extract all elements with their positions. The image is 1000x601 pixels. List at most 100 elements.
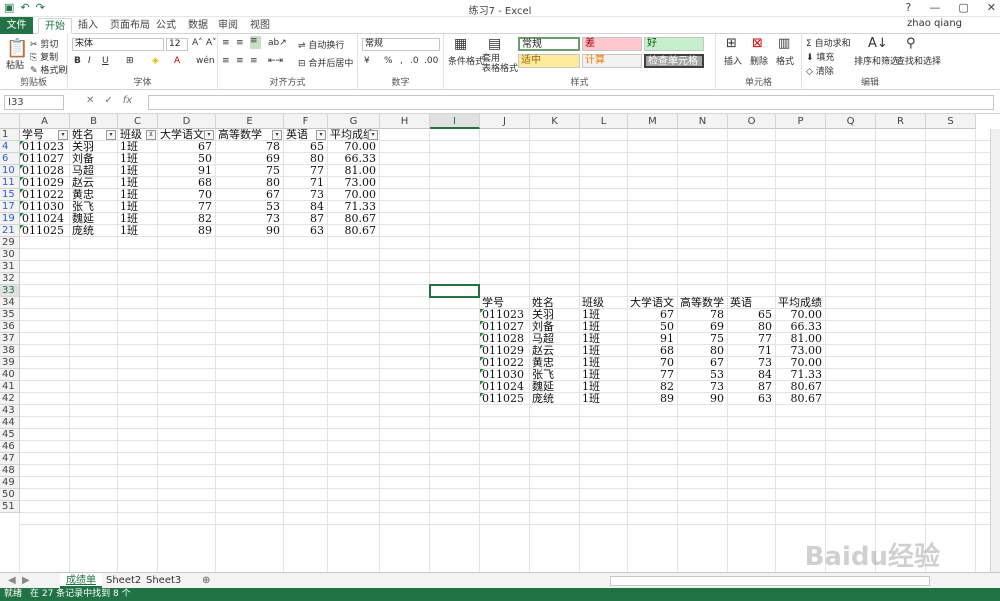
- filter-dropdown-icon[interactable]: ⊻: [146, 130, 156, 140]
- grow-font-icon[interactable]: A˄: [192, 38, 203, 48]
- enter-icon[interactable]: ✓: [104, 95, 112, 106]
- column-header[interactable]: B: [70, 114, 118, 129]
- align-center-icon[interactable]: ≡: [236, 56, 244, 66]
- fill-color-icon[interactable]: ◈: [152, 56, 159, 66]
- conditional-format-icon[interactable]: ▦: [454, 36, 467, 52]
- currency-icon[interactable]: ¥: [364, 56, 370, 66]
- column-header[interactable]: I: [430, 114, 480, 129]
- help-icon[interactable]: ?: [906, 1, 912, 14]
- sort-filter-button[interactable]: 排序和筛选: [854, 54, 899, 67]
- paste-icon[interactable]: 📋: [6, 38, 28, 59]
- column-header[interactable]: J: [480, 114, 530, 129]
- column-header[interactable]: H: [380, 114, 430, 129]
- vertical-scrollbar[interactable]: [990, 129, 1000, 572]
- row-header[interactable]: 36: [0, 321, 20, 333]
- column-header[interactable]: M: [628, 114, 678, 129]
- conditional-format-button[interactable]: 条件格式: [448, 54, 484, 67]
- column-header[interactable]: G: [328, 114, 380, 129]
- increase-decimal-icon[interactable]: .0: [410, 56, 419, 66]
- filter-dropdown-icon[interactable]: ▾: [204, 130, 214, 140]
- filter-dropdown-icon[interactable]: ▾: [58, 130, 68, 140]
- next-sheet-icon[interactable]: ▶: [16, 573, 36, 588]
- row-header[interactable]: 19: [0, 213, 20, 225]
- align-top-icon[interactable]: ≡: [222, 38, 230, 48]
- row-header[interactable]: 42: [0, 393, 20, 405]
- user-name[interactable]: zhao qiang: [907, 18, 962, 29]
- column-header[interactable]: P: [776, 114, 826, 129]
- name-box[interactable]: I33: [4, 95, 64, 110]
- indent-icon[interactable]: ⇤⇥: [268, 56, 283, 66]
- autosum-button[interactable]: Σ 自动求和: [806, 36, 851, 49]
- row-header[interactable]: 15: [0, 189, 20, 201]
- tab-insert[interactable]: 插入: [72, 18, 104, 34]
- close-icon[interactable]: ✕: [987, 1, 996, 14]
- shrink-font-icon[interactable]: A˅: [206, 38, 217, 48]
- align-middle-icon[interactable]: ≡: [236, 38, 244, 48]
- row-header[interactable]: 38: [0, 345, 20, 357]
- tab-review[interactable]: 审阅: [212, 18, 244, 34]
- row-header[interactable]: 1: [0, 129, 20, 141]
- delete-button[interactable]: 删除: [750, 54, 768, 67]
- add-sheet-icon[interactable]: ⊕: [196, 573, 216, 588]
- comma-icon[interactable]: ,: [400, 56, 403, 66]
- font-name-select[interactable]: 宋体: [72, 38, 164, 51]
- filter-dropdown-icon[interactable]: ▾: [106, 130, 116, 140]
- row-header[interactable]: 44: [0, 417, 20, 429]
- row-header[interactable]: 37: [0, 333, 20, 345]
- row-header[interactable]: 41: [0, 381, 20, 393]
- copy-button[interactable]: ⎘ 复制: [30, 50, 58, 63]
- cancel-icon[interactable]: ✕: [86, 95, 94, 106]
- tab-data[interactable]: 数据: [182, 18, 214, 34]
- column-header[interactable]: S: [926, 114, 976, 129]
- tab-view[interactable]: 视图: [244, 18, 276, 34]
- style-check-cell[interactable]: 检查单元格: [644, 54, 704, 68]
- number-format-select[interactable]: 常规: [362, 38, 440, 51]
- find-select-button[interactable]: 查找和选择: [896, 54, 941, 67]
- format-button[interactable]: 格式: [776, 54, 794, 67]
- align-left-icon[interactable]: ≡: [222, 56, 230, 66]
- format-table-icon[interactable]: ▤: [488, 36, 501, 52]
- column-header[interactable]: R: [876, 114, 926, 129]
- formula-input[interactable]: [148, 95, 994, 110]
- filter-dropdown-icon[interactable]: ▾: [272, 130, 282, 140]
- row-header[interactable]: 34: [0, 297, 20, 309]
- row-header[interactable]: 51: [0, 501, 20, 513]
- column-header[interactable]: E: [216, 114, 284, 129]
- row-header[interactable]: 45: [0, 429, 20, 441]
- align-bottom-icon[interactable]: ≡: [250, 36, 261, 49]
- row-header[interactable]: 47: [0, 453, 20, 465]
- row-header[interactable]: 30: [0, 249, 20, 261]
- format-cell-icon[interactable]: ▥: [778, 36, 790, 51]
- column-header[interactable]: O: [728, 114, 776, 129]
- horizontal-scrollbar[interactable]: [610, 576, 930, 586]
- column-header[interactable]: N: [678, 114, 728, 129]
- row-header[interactable]: 46: [0, 441, 20, 453]
- row-header[interactable]: 17: [0, 201, 20, 213]
- filter-dropdown-icon[interactable]: ▾: [368, 130, 378, 140]
- tab-formulas[interactable]: 公式: [150, 18, 182, 34]
- italic-icon[interactable]: I: [88, 56, 91, 66]
- column-header[interactable]: L: [580, 114, 628, 129]
- wrap-text-button[interactable]: ⇌ 自动换行: [298, 38, 344, 51]
- tab-page-layout[interactable]: 页面布局: [104, 18, 156, 34]
- align-right-icon[interactable]: ≡: [250, 56, 258, 66]
- row-header[interactable]: 31: [0, 261, 20, 273]
- tab-file[interactable]: 文件: [0, 17, 33, 34]
- row-header[interactable]: 11: [0, 177, 20, 189]
- style-normal[interactable]: 常规: [518, 37, 580, 51]
- active-cell-cursor[interactable]: [429, 284, 480, 298]
- function-icon[interactable]: fx: [123, 95, 132, 106]
- row-header[interactable]: 39: [0, 357, 20, 369]
- font-color-icon[interactable]: A: [174, 56, 180, 66]
- row-header[interactable]: 33: [0, 285, 20, 297]
- column-header[interactable]: A: [20, 114, 70, 129]
- paste-button[interactable]: 粘贴: [6, 58, 24, 71]
- cut-button[interactable]: ✂ 剪切: [30, 37, 58, 50]
- phonetic-icon[interactable]: wén: [196, 56, 215, 66]
- font-size-select[interactable]: 12: [166, 38, 188, 51]
- row-header[interactable]: 4: [0, 141, 20, 153]
- column-header[interactable]: Q: [826, 114, 876, 129]
- select-all-corner[interactable]: [0, 114, 20, 129]
- border-icon[interactable]: ⊞: [126, 56, 134, 66]
- sheet-tab-sheet3[interactable]: Sheet3: [140, 573, 187, 588]
